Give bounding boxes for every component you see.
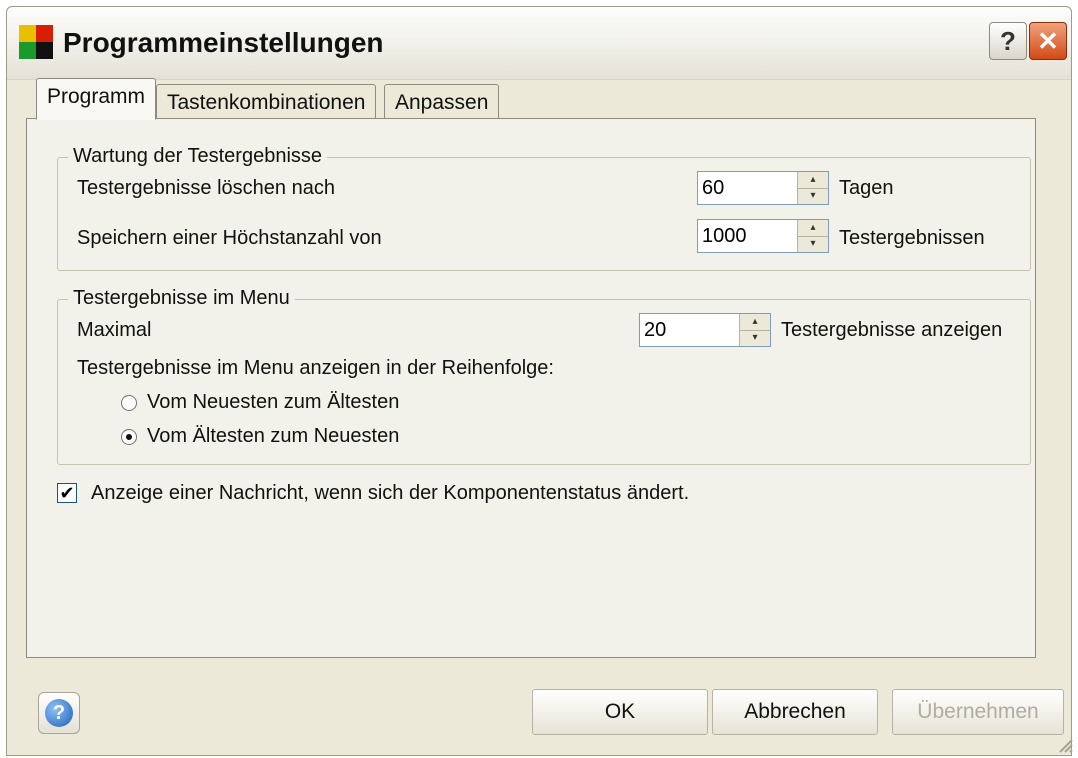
close-button[interactable]: ✕ bbox=[1029, 22, 1067, 60]
max-label: Maximal bbox=[77, 319, 152, 341]
spin-down-icon[interactable]: ▾ bbox=[798, 188, 828, 204]
tab-programm[interactable]: Programm bbox=[36, 78, 157, 120]
max-menu-spin-buttons: ▴ ▾ bbox=[739, 314, 770, 346]
window-title: Programmeinstellungen bbox=[63, 27, 384, 58]
order-oldest-first-radio[interactable] bbox=[121, 429, 137, 445]
delete-after-label: Testergebnisse löschen nach bbox=[77, 177, 335, 199]
spin-up-icon[interactable]: ▴ bbox=[798, 220, 828, 237]
ok-button[interactable]: OK bbox=[532, 689, 708, 735]
max-menu-input[interactable] bbox=[640, 314, 740, 346]
apply-button[interactable]: Übernehmen bbox=[892, 689, 1064, 735]
order-newest-first-label[interactable]: Vom Neuesten zum Ältesten bbox=[147, 391, 399, 414]
help-button[interactable]: ? bbox=[38, 692, 80, 734]
title-help-button[interactable]: ? bbox=[989, 22, 1027, 60]
notify-checkbox[interactable]: ✔ bbox=[57, 483, 77, 503]
spin-down-icon[interactable]: ▾ bbox=[740, 330, 770, 346]
title-bar: Programmeinstellungen ? ✕ bbox=[7, 7, 1071, 80]
max-store-label: Speichern einer Höchstanzahl von bbox=[77, 227, 382, 249]
max-menu-unit: Testergebnisse anzeigen bbox=[781, 319, 1003, 341]
notify-label[interactable]: Anzeige einer Nachricht, wenn sich der K… bbox=[91, 482, 689, 505]
app-logo-icon bbox=[19, 25, 53, 59]
spin-up-icon[interactable]: ▴ bbox=[740, 314, 770, 331]
max-store-spin-buttons: ▴ ▾ bbox=[797, 220, 828, 252]
order-label: Testergebnisse im Menu anzeigen in der R… bbox=[77, 357, 554, 379]
spin-up-icon[interactable]: ▴ bbox=[798, 172, 828, 189]
max-store-spinner[interactable]: ▴ ▾ bbox=[697, 219, 829, 253]
max-menu-spinner[interactable]: ▴ ▾ bbox=[639, 313, 771, 347]
delete-days-spinner[interactable]: ▴ ▾ bbox=[697, 171, 829, 205]
resize-grip-icon[interactable] bbox=[1054, 734, 1074, 754]
delete-days-input[interactable] bbox=[698, 172, 798, 204]
spin-down-icon[interactable]: ▾ bbox=[798, 236, 828, 252]
delete-days-spin-buttons: ▴ ▾ bbox=[797, 172, 828, 204]
maintenance-group: Wartung der Testergebnisse bbox=[57, 145, 1031, 271]
order-oldest-first-label[interactable]: Vom Ältesten zum Neuesten bbox=[147, 425, 399, 448]
tab-anpassen[interactable]: Anpassen bbox=[384, 84, 500, 120]
max-store-unit: Testergebnissen bbox=[839, 227, 985, 249]
tab-panel-programm: Wartung der Testergebnisse Testergebniss… bbox=[26, 118, 1036, 658]
help-icon: ? bbox=[45, 699, 73, 727]
max-store-input[interactable] bbox=[698, 220, 798, 252]
order-newest-first-radio[interactable] bbox=[121, 395, 137, 411]
menu-results-legend: Testergebnisse im Menu bbox=[68, 287, 295, 310]
tab-tastenkombinationen[interactable]: Tastenkombinationen bbox=[156, 84, 377, 120]
maintenance-legend: Wartung der Testergebnisse bbox=[68, 145, 328, 168]
cancel-button[interactable]: Abbrechen bbox=[712, 689, 878, 735]
delete-days-unit: Tagen bbox=[839, 177, 894, 199]
